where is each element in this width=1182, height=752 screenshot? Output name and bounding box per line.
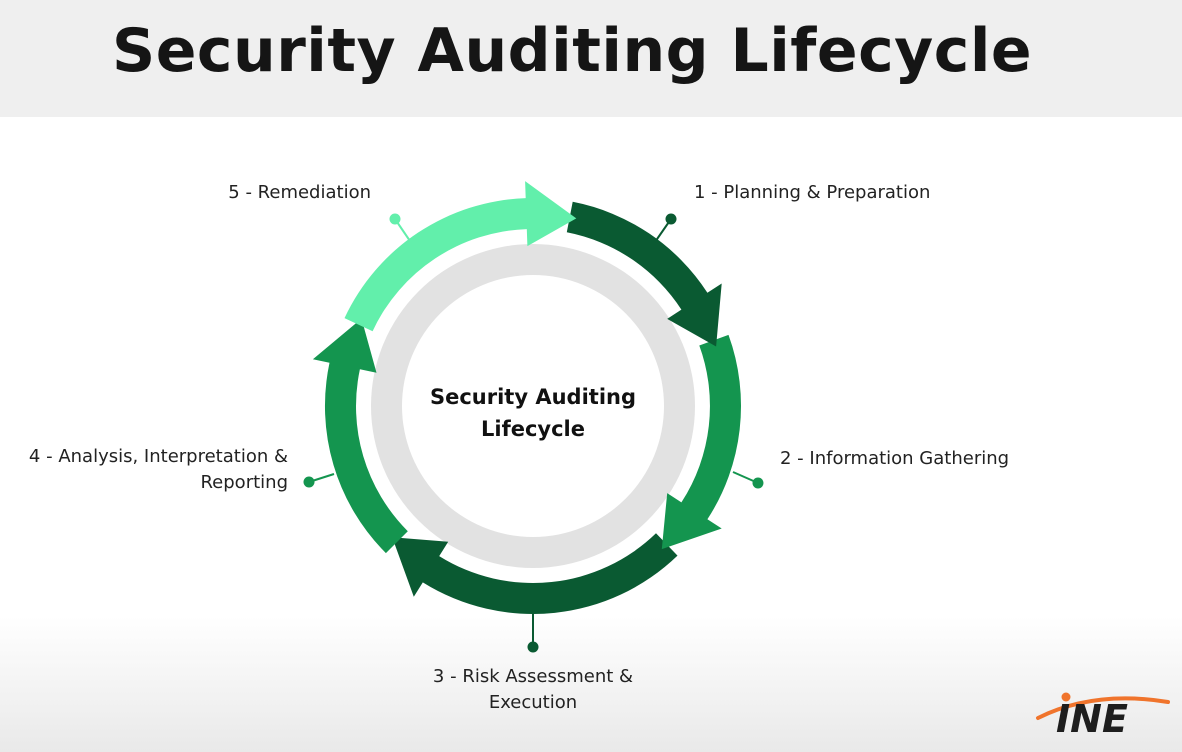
stage-label-4: 4 - Analysis, Interpretation & Reporting: [18, 444, 288, 496]
stage-2-line-1: 2 - Information Gathering: [780, 448, 1010, 469]
center-title-line1: Security Auditing: [430, 385, 636, 409]
logo-text: INE: [1056, 697, 1128, 736]
stage-label-3: 3 - Risk Assessment & Execution: [402, 664, 664, 716]
connector-dot-stage-2: [752, 477, 764, 489]
stage-label-1: 1 - Planning & Preparation: [694, 180, 930, 206]
lifecycle-diagram: Security Auditing Lifecycle: [303, 181, 764, 653]
stage-5-line-1: 5 - Remediation: [228, 182, 371, 203]
stage-3-line-2: Execution: [488, 692, 578, 713]
stage-4-line-1: 4 - Analysis, Interpretation &: [28, 446, 288, 467]
connector-dot-stage-5: [389, 213, 401, 225]
center-title-line2: Lifecycle: [481, 417, 585, 441]
ine-logo: INE: [1036, 692, 1170, 736]
stage-label-5: 5 - Remediation: [171, 180, 371, 206]
stage-4-line-2: Reporting: [200, 472, 288, 493]
stage-3-line-1: 3 - Risk Assessment &: [432, 666, 634, 687]
connector-dot-stage-4: [303, 476, 315, 488]
stage-1-line-1: 1 - Planning & Preparation: [694, 182, 931, 203]
stage-label-2: 2 - Information Gathering: [780, 446, 1009, 472]
connector-dot-stage-3: [527, 641, 539, 653]
connector-dot-stage-1: [665, 213, 677, 225]
